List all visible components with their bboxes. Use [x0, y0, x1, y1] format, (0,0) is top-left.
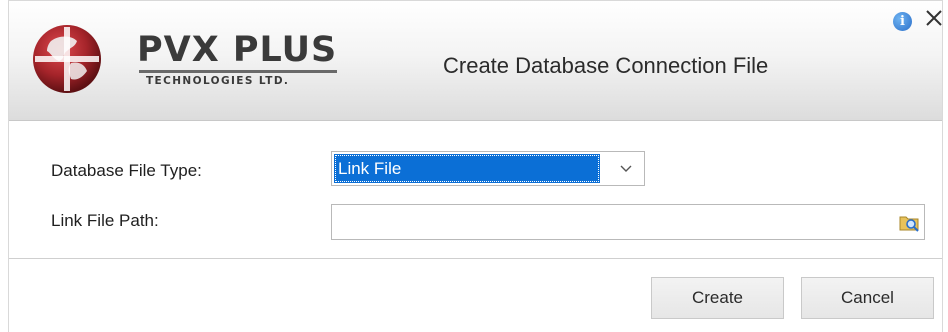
path-label: Link File Path: — [51, 211, 159, 230]
cancel-button[interactable]: Cancel — [801, 277, 934, 319]
create-db-connection-dialog: PVX PLUS TECHNOLOGIES LTD. Create Databa… — [8, 0, 943, 332]
brand-name: PVX PLUS — [137, 30, 338, 70]
create-button[interactable]: Create — [651, 277, 784, 319]
file-type-label: Database File Type: — [51, 161, 202, 180]
brand-block: PVX PLUS TECHNOLOGIES LTD. — [137, 31, 337, 87]
brand-underline — [139, 70, 337, 73]
link-file-path-input[interactable] — [331, 204, 925, 240]
footer-divider — [9, 258, 942, 259]
file-type-select[interactable]: Link File — [331, 151, 645, 186]
info-icon[interactable]: i — [893, 12, 912, 31]
dialog-header: PVX PLUS TECHNOLOGIES LTD. Create Databa… — [9, 1, 942, 121]
dialog-title: Create Database Connection File — [443, 53, 769, 78]
close-icon[interactable] — [922, 6, 946, 30]
brand-subtitle: TECHNOLOGIES LTD. — [146, 75, 290, 87]
chevron-down-icon — [620, 165, 632, 172]
folder-search-icon[interactable] — [898, 211, 920, 233]
pvx-globe-logo — [33, 25, 101, 93]
file-type-selected-value: Link File — [334, 154, 600, 183]
